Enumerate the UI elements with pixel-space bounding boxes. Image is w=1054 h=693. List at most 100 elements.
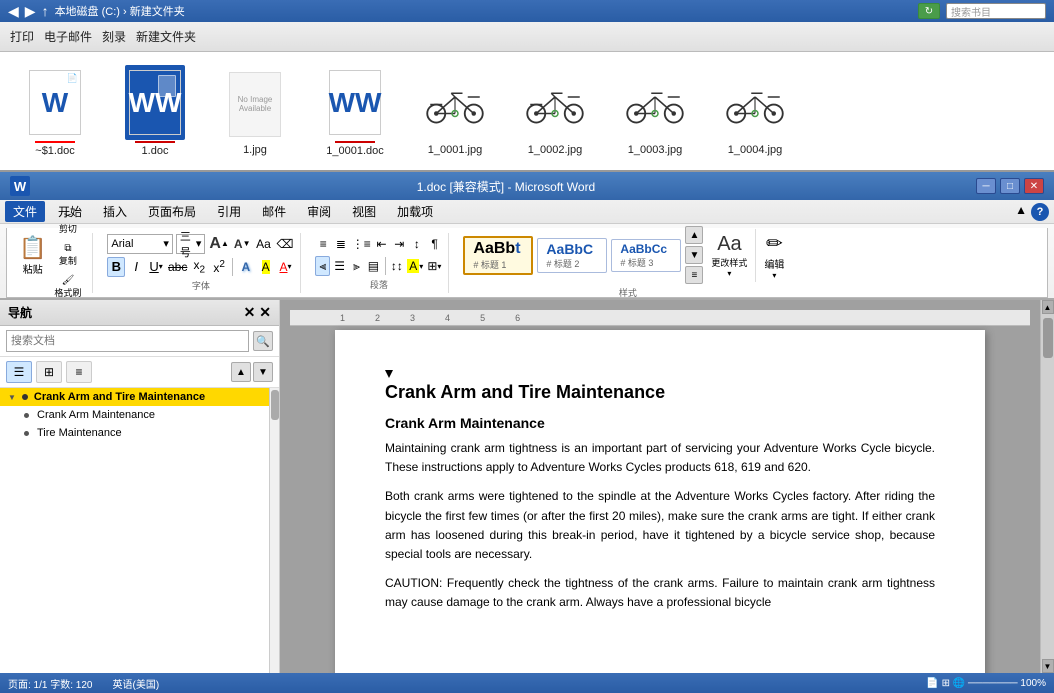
nav-pane-close-button[interactable]: ✕ ✕	[244, 304, 271, 321]
style-heading1[interactable]: AaBbt # 标题 1	[463, 236, 533, 275]
menu-mailings[interactable]: 邮件	[254, 201, 294, 222]
text-highlight-button[interactable]: A	[257, 257, 275, 277]
document-para3[interactable]: CAUTION: Frequently check the tightness …	[385, 574, 935, 612]
scroll-thumb[interactable]	[1043, 318, 1053, 358]
file-item[interactable]: 1_0004.jpg	[715, 67, 795, 156]
scroll-up-button[interactable]: ▲	[1042, 300, 1054, 314]
styles-scroll-down-button[interactable]: ▼	[685, 246, 703, 264]
web-layout-button[interactable]: 🌐	[953, 678, 965, 689]
document-area[interactable]: 1 2 3 4 5 6 Crank Arm and Tire Maintenan…	[280, 300, 1040, 673]
menu-insert[interactable]: 插入	[95, 201, 135, 222]
borders-button[interactable]: ⊞▾	[426, 256, 442, 276]
close-button[interactable]: ✕	[1024, 178, 1044, 194]
nav-search-button[interactable]: 🔍	[253, 331, 273, 351]
menu-page-layout[interactable]: 页面布局	[140, 201, 204, 222]
change-styles-button[interactable]: Aa 更改样式 ▾	[707, 231, 751, 280]
align-left-button[interactable]: ⫷	[315, 256, 330, 276]
superscript-icon: x2	[213, 259, 225, 275]
zoom-slider[interactable]: ───────	[968, 678, 1020, 689]
cut-button[interactable]: ✂ 剪切	[49, 208, 86, 238]
shading-button[interactable]: A▾	[406, 256, 424, 276]
align-right-button[interactable]: ⫸	[349, 256, 364, 276]
menu-references[interactable]: 引用	[209, 201, 249, 222]
subscript-button[interactable]: x2	[190, 257, 208, 277]
text-effects-button[interactable]: A	[237, 257, 255, 277]
zoom-level: 100%	[1020, 678, 1046, 689]
file-item[interactable]: W 1_0001.doc	[315, 65, 395, 157]
font-controls-row2: B I U▾ abc x2 x2 A A A▾	[107, 257, 294, 277]
line-spacing-button[interactable]: ↕↕	[389, 256, 404, 276]
file-item[interactable]: 1_0001.jpg	[415, 67, 495, 156]
sort-button[interactable]: ↕	[409, 234, 425, 254]
nav-back-icon[interactable]: ◀	[8, 3, 19, 20]
decrease-indent-button[interactable]: ⇤	[374, 234, 390, 254]
increase-indent-button[interactable]: ⇥	[391, 234, 407, 254]
copy-button[interactable]: ⧉ 复制	[49, 240, 86, 270]
menu-addins[interactable]: 加载项	[389, 201, 441, 222]
nav-forward-icon[interactable]: ▶	[25, 3, 36, 20]
justify-button[interactable]: ▤	[366, 256, 381, 276]
menu-view[interactable]: 视图	[344, 201, 384, 222]
nav-view-grid-button[interactable]: ⊞	[36, 361, 62, 383]
file-item-selected[interactable]: W 1.doc	[115, 65, 195, 157]
new-folder-button[interactable]: 新建文件夹	[136, 28, 196, 45]
nav-up-icon[interactable]: ↑	[42, 3, 49, 19]
superscript-button[interactable]: x2	[210, 257, 228, 277]
nav-view-detail-button[interactable]: ≡	[66, 361, 92, 383]
italic-button[interactable]: I	[127, 257, 145, 277]
help-button[interactable]: ?	[1031, 203, 1049, 221]
multilevel-button[interactable]: ⋮≡	[351, 234, 372, 254]
print-button[interactable]: 打印	[10, 28, 34, 45]
full-screen-button[interactable]: ⊞	[942, 678, 950, 689]
expand-ribbon-button[interactable]: ▲	[1015, 203, 1027, 221]
restore-button[interactable]: □	[1000, 178, 1020, 194]
refresh-button[interactable]: ↻	[918, 3, 940, 19]
nav-arrow-up-button[interactable]: ▲	[231, 362, 251, 382]
doc-scrollbar[interactable]: ▲ ▼	[1040, 300, 1054, 673]
editing-group[interactable]: ✏ 编辑 ▾	[755, 229, 792, 282]
nav-arrow-down-button[interactable]: ▼	[253, 362, 273, 382]
numbering-button[interactable]: ≣	[333, 234, 349, 254]
burn-button[interactable]: 刻录	[102, 28, 126, 45]
format-painter-button[interactable]: 🖌 格式刷	[49, 272, 86, 302]
nav-item-crank-arm[interactable]: Crank Arm Maintenance	[0, 406, 269, 424]
style-heading2[interactable]: AaBbC # 标题 2	[537, 238, 607, 273]
document-page[interactable]: Crank Arm and Tire Maintenance Crank Arm…	[335, 330, 985, 673]
show-formatting-button[interactable]: ¶	[427, 234, 443, 254]
file-item[interactable]: 1_0002.jpg	[515, 67, 595, 156]
nav-item-root[interactable]: ▼ Crank Arm and Tire Maintenance	[0, 388, 269, 406]
file-item[interactable]: 📄 ~$1.doc	[15, 65, 95, 157]
styles-more-button[interactable]: ≡	[685, 266, 703, 284]
print-layout-button[interactable]: 📄	[926, 678, 938, 689]
increase-font-button[interactable]: A▲	[208, 234, 229, 254]
file-item[interactable]: 1_0003.jpg	[615, 67, 695, 156]
align-center-button[interactable]: ☰	[332, 256, 347, 276]
search-box[interactable]: 搜索书目	[946, 3, 1046, 19]
nav-arrows: ▲ ▼	[231, 362, 273, 382]
change-case-button[interactable]: Aa	[255, 234, 273, 254]
bullets-button[interactable]: ≡	[315, 234, 331, 254]
decrease-font-button[interactable]: A▼	[233, 234, 252, 254]
font-color-button[interactable]: A▾	[277, 257, 295, 277]
strikethrough-button[interactable]: abc	[167, 257, 188, 277]
document-para1[interactable]: Maintaining crank arm tightness is an im…	[385, 439, 935, 477]
underline-button[interactable]: U▾	[147, 257, 165, 277]
nav-scrollbar[interactable]	[269, 388, 279, 673]
paste-button[interactable]: 📋 粘贴	[19, 235, 46, 276]
email-button[interactable]: 电子邮件	[44, 28, 92, 45]
styles-scroll-up-button[interactable]: ▲	[685, 226, 703, 244]
bold-button[interactable]: B	[107, 257, 125, 277]
clear-format-button[interactable]: ⌫	[275, 234, 294, 254]
scroll-down-button[interactable]: ▼	[1042, 659, 1054, 673]
minimize-button[interactable]: ─	[976, 178, 996, 194]
clipboard-buttons: 📋 粘贴 ✂ 剪切 ⧉ 复制 🖌	[19, 208, 86, 302]
nav-item-tire[interactable]: Tire Maintenance	[0, 424, 269, 442]
document-para2[interactable]: Both crank arms were tightened to the sp…	[385, 487, 935, 564]
font-size-selector[interactable]: 三号 ▾	[176, 234, 206, 254]
font-name-selector[interactable]: Arial ▾	[107, 234, 172, 254]
style-heading3[interactable]: AaBbCc # 标题 3	[611, 239, 681, 272]
nav-view-list-button[interactable]: ☰	[6, 361, 32, 383]
menu-review[interactable]: 审阅	[299, 201, 339, 222]
file-item[interactable]: No Image Available 1.jpg	[215, 67, 295, 156]
nav-search-input[interactable]	[6, 330, 249, 352]
